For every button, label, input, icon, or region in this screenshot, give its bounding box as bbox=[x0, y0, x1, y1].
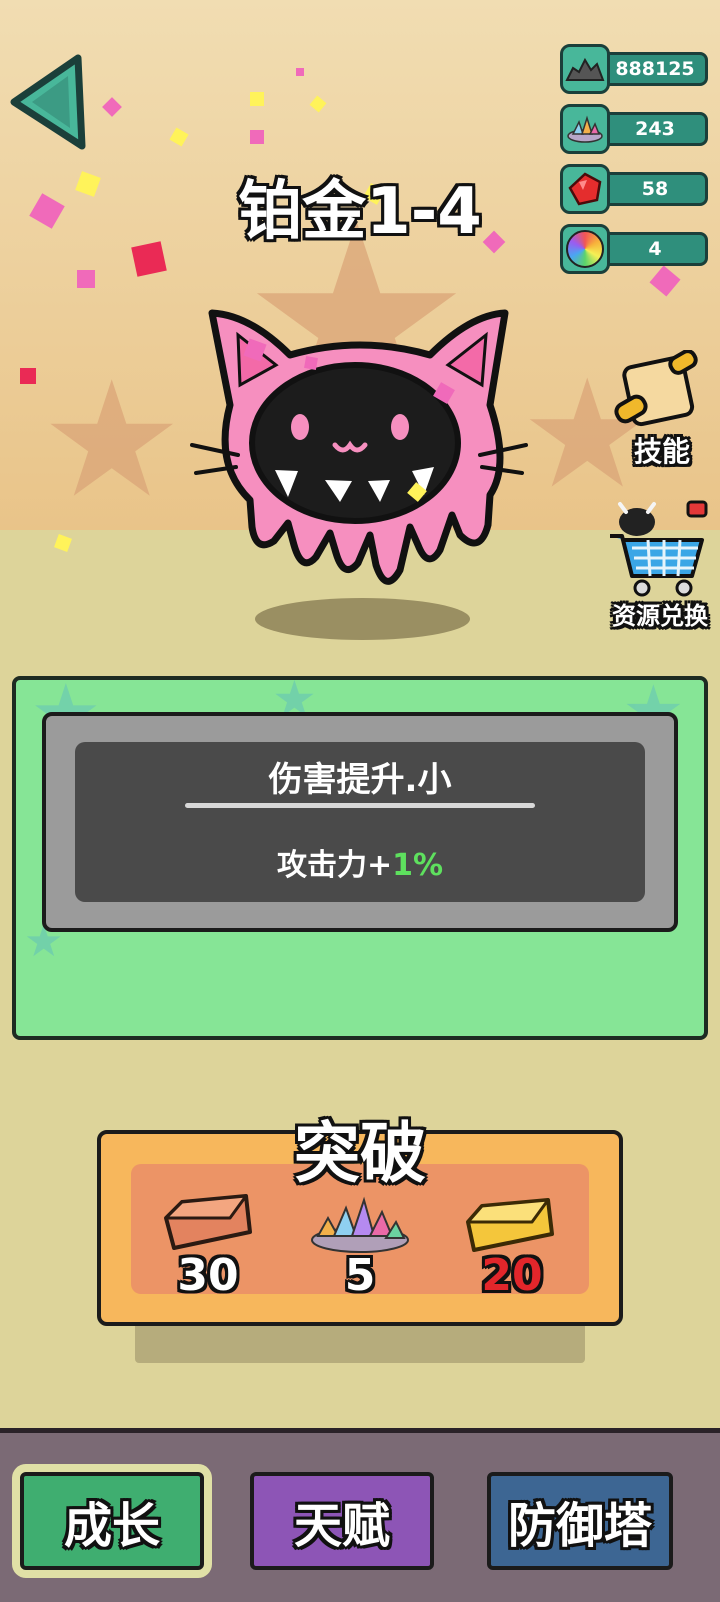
skill-effect: 攻击力+1% bbox=[75, 840, 645, 884]
confetti-piece bbox=[250, 92, 264, 106]
effect-value: 1% bbox=[392, 848, 444, 883]
resource-counter-coal: 888125 bbox=[560, 44, 720, 94]
confetti-piece bbox=[77, 270, 95, 288]
tab-defense-tower-label: 防御塔 bbox=[507, 1498, 652, 1554]
breakthrough-title: 突破 bbox=[294, 1115, 426, 1192]
pink-cat-slime-character bbox=[190, 309, 528, 585]
shopping-cart-icon bbox=[610, 500, 708, 597]
confetti-piece bbox=[250, 130, 264, 144]
tab-defense-tower[interactable]: 防御塔 bbox=[487, 1472, 673, 1570]
confetti-piece bbox=[296, 68, 304, 76]
tab-growth-label: 成长 bbox=[63, 1498, 160, 1554]
background-star-icon: ★ bbox=[40, 346, 184, 533]
skill-divider bbox=[185, 803, 535, 808]
resource-counter-crystal-ore: 243 bbox=[560, 104, 720, 154]
back-arrow-icon[interactable] bbox=[8, 52, 88, 152]
tab-growth[interactable]: 成长 bbox=[20, 1472, 204, 1570]
crystal-ore-pile-icon bbox=[560, 104, 610, 154]
effect-label: 攻击力+ bbox=[276, 848, 393, 883]
skills-label: 技能 bbox=[633, 435, 690, 468]
coal-pile-icon bbox=[560, 44, 610, 94]
crystal-ore-pile-icon bbox=[311, 1196, 409, 1253]
skill-name: 伤害提升.小 bbox=[268, 760, 452, 800]
scroll-icon bbox=[614, 350, 698, 427]
skills-button[interactable]: 技能 bbox=[604, 350, 720, 470]
stage-title: 铂金1-4 bbox=[238, 175, 482, 249]
tab-talent[interactable]: 天赋 bbox=[250, 1472, 434, 1570]
resource-exchange-button[interactable]: 资源兑换 bbox=[600, 500, 720, 630]
character-shadow bbox=[255, 598, 470, 640]
tab-talent-label: 天赋 bbox=[293, 1498, 390, 1554]
breakthrough-cost-copper: 30 bbox=[177, 1250, 239, 1301]
confetti-piece bbox=[20, 368, 36, 384]
breakthrough-cost-gold: 20 bbox=[481, 1250, 543, 1301]
breakthrough-cost-crystal: 5 bbox=[344, 1250, 376, 1301]
resource-exchange-label: 资源兑换 bbox=[612, 602, 708, 630]
